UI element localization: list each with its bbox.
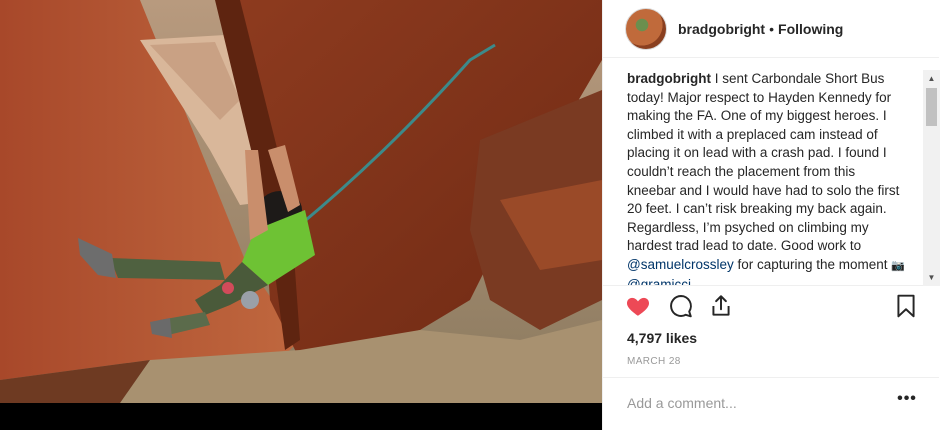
scroll-down-arrow-icon[interactable]: ▼ <box>923 269 940 286</box>
scroll-up-arrow-icon[interactable]: ▲ <box>923 70 940 87</box>
share-button[interactable] <box>708 293 734 324</box>
likes-count[interactable]: 4,797 likes <box>627 330 697 346</box>
caption-username[interactable]: bradgobright <box>627 71 711 86</box>
post-header: bradgobright • Following <box>603 0 939 58</box>
comment-button[interactable] <box>668 293 694 324</box>
post-date: MARCH 28 <box>627 356 681 367</box>
climbing-photo <box>0 0 602 430</box>
mention-samuelcrossley[interactable]: @samuelcrossley <box>627 257 734 272</box>
post-caption: bradgobright I sent Carbondale Short Bus… <box>627 70 906 285</box>
comment-input[interactable] <box>627 392 867 414</box>
caption-text-1: I sent Carbondale Short Bus today! Major… <box>627 71 900 254</box>
camera-icon: 📷 <box>891 259 906 272</box>
following-button[interactable]: Following <box>778 21 843 37</box>
header-username[interactable]: bradgobright <box>678 21 765 37</box>
save-button[interactable] <box>893 293 919 324</box>
heart-filled-icon <box>626 297 650 316</box>
share-icon <box>712 295 730 316</box>
avatar[interactable] <box>625 7 667 50</box>
header-separator: • <box>769 20 775 37</box>
comment-icon <box>670 295 692 318</box>
more-options-icon[interactable]: ••• <box>895 390 919 412</box>
mention-gramicci[interactable]: @gramicci <box>627 277 691 285</box>
post-photo[interactable] <box>0 0 602 430</box>
header-text: bradgobright • Following <box>678 21 843 37</box>
caption-text-2: for capturing the moment <box>733 256 892 272</box>
post-detail-panel: bradgobright • Following bradgobright I … <box>602 0 940 430</box>
scrollbar-thumb[interactable] <box>926 88 937 126</box>
comment-bar: ••• <box>603 377 939 430</box>
caption-scrollbar[interactable]: ▲ ▼ <box>923 70 940 286</box>
post-actions <box>625 293 917 323</box>
caption-area[interactable]: bradgobright I sent Carbondale Short Bus… <box>603 58 939 286</box>
like-button[interactable] <box>625 293 651 324</box>
bookmark-icon <box>897 294 915 318</box>
